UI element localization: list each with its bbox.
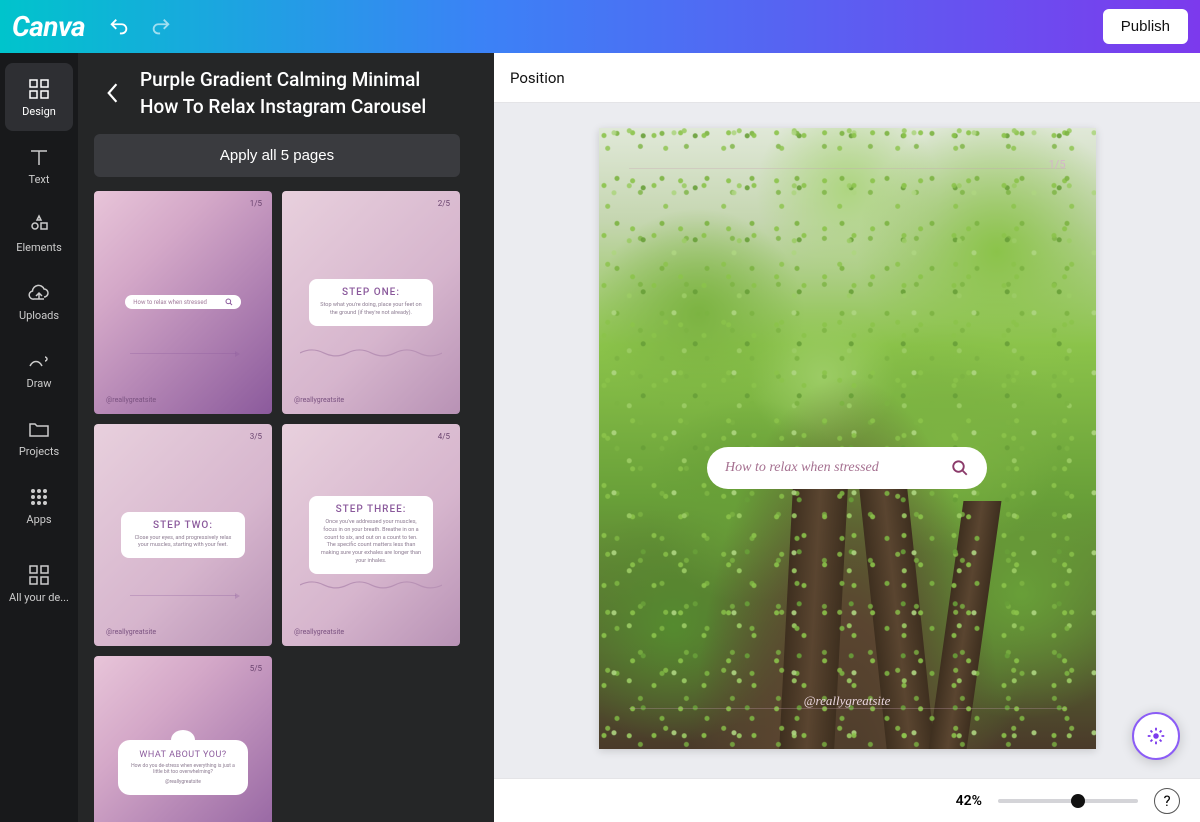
design-page[interactable]: 1/5 How to relax when stressed @reallygr… [599, 128, 1096, 749]
rail-label: Draw [27, 377, 52, 390]
template-page-2[interactable]: 2/5 STEP ONE: Stop what you're doing, pl… [282, 191, 460, 414]
canvas-area: Position 1/5 How to relax when stressed [494, 53, 1200, 822]
design-footer: @reallygreatsite [804, 693, 891, 709]
search-icon [225, 298, 233, 306]
rail-elements[interactable]: Elements [5, 199, 73, 267]
zoom-level: 42% [956, 793, 982, 809]
template-page-3[interactable]: 3/5 STEP TWO: Close your eyes, and progr… [94, 424, 272, 647]
thumb-card: STEP THREE: Once you've addressed your m… [309, 496, 432, 573]
rail-label: Uploads [19, 309, 59, 322]
wavy-line [300, 347, 442, 359]
thumb-footer: @reallygreatsite [106, 396, 156, 404]
sparkle-icon [1145, 725, 1167, 747]
panel-collapse [476, 53, 494, 822]
rail-apps[interactable]: Apps [5, 471, 73, 539]
publish-button[interactable]: Publish [1103, 9, 1188, 44]
rail-design[interactable]: Design [5, 63, 73, 131]
template-page-1[interactable]: 1/5 How to relax when stressed @reallygr… [94, 191, 272, 414]
design-search-bar[interactable]: How to relax when stressed [707, 447, 987, 489]
wavy-line [300, 579, 442, 591]
page-number: 2/5 [438, 199, 450, 208]
template-page-4[interactable]: 4/5 STEP THREE: Once you've addressed yo… [282, 424, 460, 647]
page-number: 3/5 [250, 432, 262, 441]
rail-all-designs[interactable]: All your de... [5, 549, 73, 617]
thumb-footer: @reallygreatsite [106, 628, 156, 636]
zoom-thumb[interactable] [1071, 794, 1085, 808]
rail-label: Elements [16, 241, 62, 254]
top-bar: Canva Publish [0, 0, 1200, 53]
canvas-viewport[interactable]: 1/5 How to relax when stressed @reallygr… [494, 103, 1200, 778]
thumb-footer: @reallygreatsite [294, 396, 344, 404]
thumb-footer: @reallygreatsite [294, 628, 344, 636]
thumb-card: STEP TWO: Close your eyes, and progressi… [121, 512, 244, 558]
rail-uploads[interactable]: Uploads [5, 267, 73, 335]
rail-label: Text [29, 173, 50, 186]
help-button[interactable]: ? [1154, 788, 1180, 814]
apply-all-button[interactable]: Apply all 5 pages [94, 134, 460, 177]
bottom-bar: 42% ? [494, 778, 1200, 822]
rail-label: All your de... [9, 591, 69, 604]
template-panel: Purple Gradient Calming Minimal How To R… [78, 53, 476, 822]
canva-logo[interactable]: Canva [12, 10, 85, 43]
template-title: Purple Gradient Calming Minimal How To R… [140, 67, 460, 120]
rail-projects[interactable]: Projects [5, 403, 73, 471]
rail-label: Design [22, 105, 56, 118]
thumb-about-card: WHAT ABOUT YOU? How do you de-stress whe… [118, 740, 249, 796]
redo-icon[interactable] [147, 13, 175, 41]
template-page-5[interactable]: 5/5 WHAT ABOUT YOU? How do you de-stress… [94, 656, 272, 822]
page-number: 5/5 [250, 664, 262, 673]
thumb-card: STEP ONE: Stop what you're doing, place … [309, 279, 432, 325]
position-button[interactable]: Position [510, 69, 565, 87]
rail-text[interactable]: Text [5, 131, 73, 199]
rail-label: Projects [19, 445, 59, 458]
design-search-text: How to relax when stressed [725, 460, 879, 476]
rail-draw[interactable]: Draw [5, 335, 73, 403]
canvas-toolbar: Position [494, 53, 1200, 103]
page-number: 4/5 [438, 432, 450, 441]
undo-icon[interactable] [105, 13, 133, 41]
object-rail: Design Text Elements Uploads Draw Projec… [0, 53, 78, 822]
zoom-slider[interactable] [998, 799, 1138, 803]
back-button[interactable] [94, 67, 130, 119]
search-icon [951, 459, 969, 477]
page-number: 1/5 [250, 199, 262, 208]
arrow-decoration [130, 353, 237, 354]
magic-fab[interactable] [1132, 712, 1180, 760]
arrow-decoration [130, 595, 237, 596]
rail-label: Apps [26, 513, 51, 526]
thumb-search-bar: How to relax when stressed [125, 295, 241, 309]
